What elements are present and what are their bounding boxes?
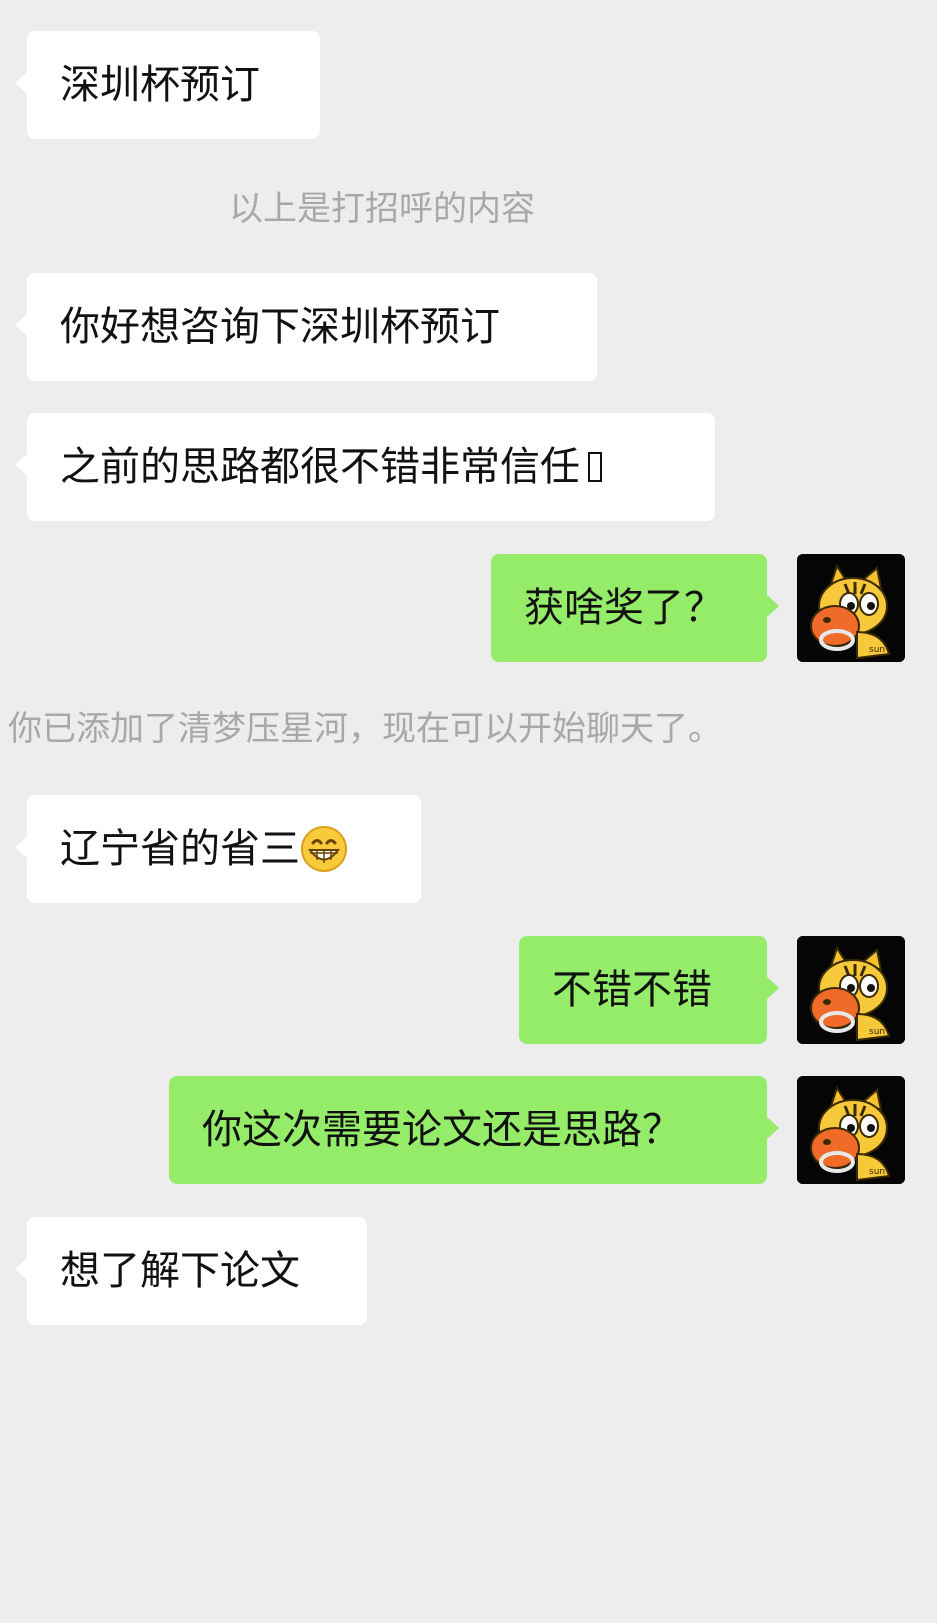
message-text: 想了解下论文 <box>60 1248 300 1294</box>
grinning-face-emoji <box>301 826 347 872</box>
system-note: 以上是打招呼的内容 <box>229 189 535 229</box>
tiger-cartoon-avatar-icon[interactable] <box>797 936 905 1044</box>
message-bubble-incoming[interactable]: 想了解下论文 <box>15 1217 367 1325</box>
message-bubble-incoming[interactable]: 辽宁省的省三 <box>15 795 421 903</box>
missing-glyph-box <box>588 452 602 482</box>
message-text: 你这次需要论文还是思路？ <box>202 1107 682 1153</box>
tiger-cartoon-avatar-icon[interactable] <box>797 1076 905 1184</box>
message-bubble-outgoing[interactable]: 获啥奖了？ <box>491 554 779 662</box>
message-text: 之前的思路都很不错非常信任 <box>60 444 580 490</box>
message-bubble-outgoing[interactable]: 不错不错 <box>519 936 779 1044</box>
message-text: 你好想咨询下深圳杯预订 <box>60 304 500 350</box>
message-text: 获啥奖了？ <box>524 585 724 631</box>
message-bubble-incoming[interactable]: 你好想咨询下深圳杯预订 <box>15 273 597 381</box>
message-bubble-incoming[interactable]: 深圳杯预订 <box>15 31 320 139</box>
system-note: 你已添加了清梦压星河，现在可以开始聊天了。 <box>8 709 722 749</box>
message-bubble-outgoing[interactable]: 你这次需要论文还是思路？ <box>169 1076 779 1184</box>
message-bubble-incoming[interactable]: 之前的思路都很不错非常信任 <box>15 413 715 521</box>
message-text: 辽宁省的省三 <box>60 826 300 872</box>
tiger-cartoon-avatar-icon[interactable] <box>797 554 905 662</box>
message-text: 深圳杯预订 <box>60 62 260 108</box>
message-text: 不错不错 <box>552 967 712 1013</box>
